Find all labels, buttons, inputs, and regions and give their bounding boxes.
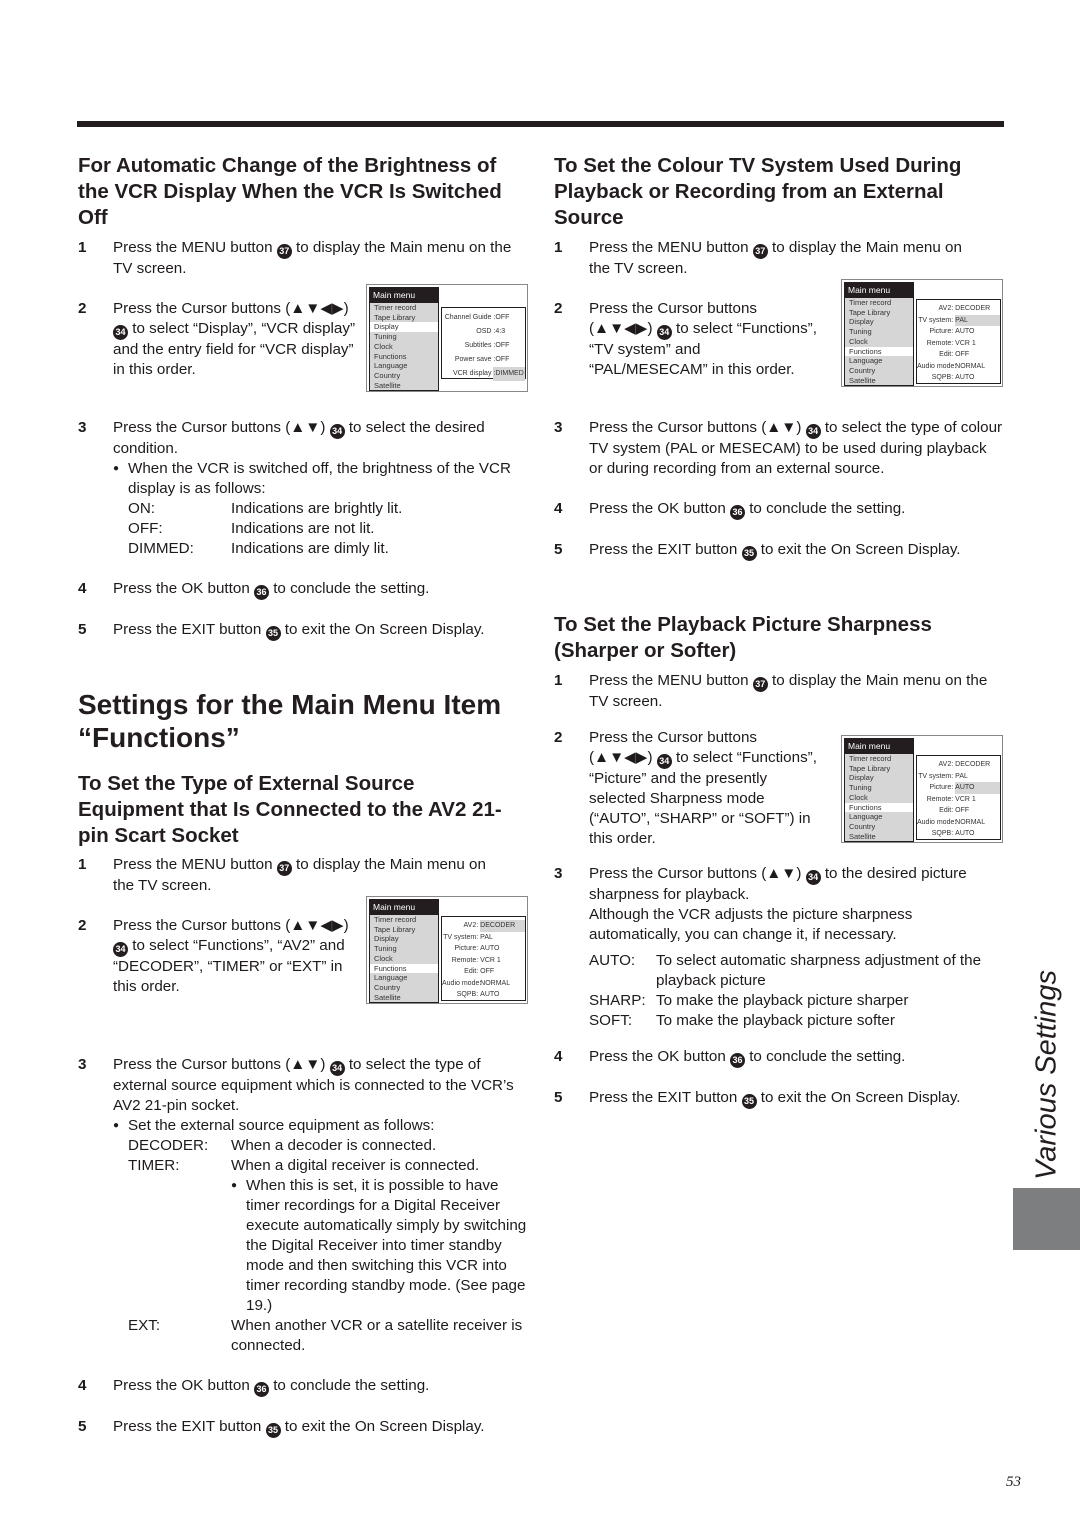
brightness-step-4: 4 Press the OK button 36 to conclude the …	[78, 579, 528, 600]
timer-note: When this is set, it is possible to have…	[231, 1176, 528, 1316]
page-number: 53	[1006, 1474, 1021, 1490]
sharpness-note: Although the VCR adjusts the picture sha…	[589, 906, 913, 943]
external-step-1: 1 Press the MENU button 37 to display the…	[78, 856, 486, 894]
sharpness-step-5: 5 Press the EXIT button 35 to exit the On…	[554, 1088, 1004, 1109]
main-menu-list: Main menu Timer record Tape Library Disp…	[369, 287, 439, 392]
colour-step-2: 2 Press the Cursor buttons (▲▼◀▶) 34 to s…	[554, 300, 817, 378]
brightness-heading: For Automatic Change of the Brightness o…	[78, 154, 502, 229]
external-source-heading: To Set the Type of External Source Equip…	[78, 772, 502, 847]
colour-step-4: 4 Press the OK button 36 to conclude the …	[554, 499, 1004, 520]
display-submenu: Channel Guide:OFF OSD:4:3 Subtitles:OFF …	[441, 307, 526, 381]
selected-menu-item: Display	[370, 322, 438, 333]
sharpness-options: AUTO: To select automatic sharpness adjus…	[589, 952, 982, 1029]
cursor-button-badge: 34	[113, 325, 128, 340]
colour-step-1: 1 Press the MENU button 37 to display the…	[554, 239, 962, 277]
brightness-bullet: When the VCR is switched off, the bright…	[113, 459, 528, 499]
brightness-step-5: 5 Press the EXIT button 35 to exit the On…	[78, 620, 528, 641]
external-step-5: 5 Press the EXIT button 35 to exit the On…	[78, 1417, 528, 1438]
sharpness-step-1: 1 Press the MENU button 37 to display the…	[554, 672, 988, 710]
brightness-options: ON: Indications are brightly lit. OFF: Ind…	[128, 500, 403, 557]
colour-system-menu-illustration: Main menu Timer record Tape Library Disp…	[841, 279, 1003, 387]
sharpness-step-4: 4 Press the OK button 36 to conclude the …	[554, 1047, 1004, 1068]
section-tab-marker	[1013, 1188, 1080, 1250]
external-step-4: 4 Press the OK button 36 to conclude the …	[78, 1376, 528, 1397]
brightness-step-2: 2 Press the Cursor buttons (▲▼◀▶) 34 to s…	[78, 300, 356, 378]
display-menu-illustration: Main menu Timer record Tape Library Disp…	[366, 284, 528, 392]
brightness-step-3: 3 Press the Cursor buttons (▲▼) 34 to sel…	[78, 418, 528, 559]
functions-submenu: AV2: DECODER TV system: PAL Picture: AUTO R…	[441, 916, 526, 1001]
colour-system-heading: To Set the Colour TV System Used During …	[554, 154, 962, 229]
sharpness-menu-illustration: Main menu Timer record Tape Library Disp…	[841, 735, 1003, 843]
external-menu-illustration: Main menu Timer record Tape Library Disp…	[366, 896, 528, 1004]
external-step-3: 3 Press the Cursor buttons (▲▼) 34 to sel…	[78, 1055, 528, 1356]
colour-step-3: 3 Press the Cursor buttons (▲▼) 34 to sel…	[554, 419, 1003, 477]
colour-step-5: 5 Press the EXIT button 35 to exit the On…	[554, 540, 1004, 561]
selected-menu-item: Functions	[370, 963, 438, 974]
section-side-label: Various Settings	[1030, 969, 1063, 1181]
brightness-step-1: 1 Press the MENU button 37 to display the…	[78, 239, 512, 277]
external-options: DECODER: When a decoder is connected. TIM…	[113, 1136, 528, 1356]
brightness-section: For Automatic Change of the Brightness o…	[78, 153, 528, 231]
functions-main-heading: Settings for the Main Menu Item “Functio…	[78, 689, 502, 753]
main-menu-title: Main menu	[370, 288, 438, 303]
top-rule	[77, 121, 1004, 127]
sharpness-step-2: 2 Press the Cursor buttons (▲▼◀▶) 34 to s…	[554, 729, 817, 847]
sharpness-heading: To Set the Playback Picture Sharpness (S…	[554, 613, 932, 662]
menu-button-badge: 37	[276, 244, 292, 259]
sharpness-step-3: 3 Press the Cursor buttons (▲▼) 34 to the…	[554, 864, 1004, 1031]
external-step-2: 2 Press the Cursor buttons (▲▼◀▶) 34 to s…	[78, 917, 349, 995]
